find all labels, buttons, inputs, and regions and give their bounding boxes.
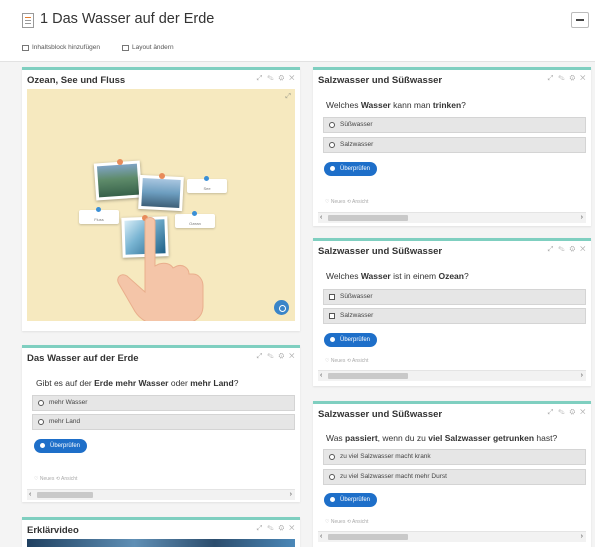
card-tools[interactable]: ⤢ ✎ ⚙ ✕	[548, 246, 587, 254]
horizontal-scrollbar[interactable]: ‹ ›	[318, 370, 586, 381]
hand-pointer-icon	[117, 217, 204, 321]
radio-button[interactable]	[38, 400, 44, 406]
header-bar: 1 Das Wasser auf der Erde Inhaltsblock h…	[0, 0, 595, 62]
scroll-left-icon[interactable]: ‹	[320, 371, 322, 381]
fullscreen-icon[interactable]: ⤢	[285, 93, 291, 101]
answer-option[interactable]: Süßwasser	[323, 117, 586, 133]
radio-button[interactable]	[329, 142, 335, 148]
page-document-icon	[22, 13, 34, 28]
answer-option[interactable]: zu viel Salzwasser macht krank	[323, 449, 586, 465]
card-tools[interactable]: ⤢ ✎ ⚙ ✕	[548, 409, 587, 417]
scroll-right-icon[interactable]: ›	[581, 532, 583, 542]
radio-button[interactable]	[329, 122, 335, 128]
river-image	[141, 178, 181, 208]
card-salt-fresh-2: Salzwasser und Süßwasser ⤢ ✎ ⚙ ✕ Welches…	[313, 238, 591, 386]
lake-image	[96, 163, 140, 198]
page-title: 1 Das Wasser auf der Erde	[40, 11, 215, 27]
option-label: mehr Wasser	[49, 399, 88, 406]
collapse-button[interactable]	[571, 12, 589, 28]
question-text: Gibt es auf der Erde mehr Wasser oder me…	[36, 378, 239, 388]
horizontal-scrollbar[interactable]: ‹ ›	[318, 531, 586, 542]
scroll-thumb[interactable]	[328, 534, 408, 540]
horizontal-scrollbar[interactable]: ‹ ›	[27, 489, 295, 500]
option-label: zu viel Salzwasser macht krank	[340, 453, 431, 460]
checkbox[interactable]	[329, 313, 335, 319]
card-title: Ozean, See und Fluss	[27, 75, 126, 86]
scroll-thumb[interactable]	[328, 373, 408, 379]
question-text: Welches Wasser kann man trinken?	[326, 100, 466, 110]
card-tools[interactable]: ⤢ ✎ ⚙ ✕	[257, 525, 296, 533]
card-meta: ♡ Neues ⟲ Ansicht	[325, 199, 369, 205]
card-title: Salzwasser und Süßwasser	[318, 409, 443, 420]
option-label: mehr Land	[49, 418, 81, 425]
check-button[interactable]: Überprüfen	[324, 493, 378, 507]
pin-icon	[117, 159, 123, 165]
add-block-button[interactable]: Inhaltsblock hinzufügen	[22, 44, 100, 51]
option-label: zu viel Salzwasser macht mehr Durst	[340, 473, 447, 480]
add-block-icon	[22, 44, 29, 51]
page: 1 Das Wasser auf der Erde Inhaltsblock h…	[0, 0, 595, 547]
scroll-thumb[interactable]	[328, 215, 408, 221]
answer-option[interactable]: zu viel Salzwasser macht mehr Durst	[323, 469, 586, 485]
card-explainer-video: Erklärvideo ⤢ ✎ ⚙ ✕	[22, 517, 300, 547]
add-block-label: Inhaltsblock hinzufügen	[32, 44, 100, 51]
scroll-right-icon[interactable]: ›	[581, 213, 583, 223]
hotspot-see[interactable]: See	[187, 176, 227, 193]
card-salt-fresh-1: Salzwasser und Süßwasser ⤢ ✎ ⚙ ✕ Welches…	[313, 67, 591, 226]
scroll-right-icon[interactable]: ›	[581, 371, 583, 381]
check-button[interactable]: Überprüfen	[324, 162, 378, 176]
card-ocean-lake-river: Ozean, See und Fluss ⤢ ✎ ⚙ ✕ ⤢ See Fluss…	[22, 67, 300, 331]
card-tools[interactable]: ⤢ ✎ ⚙ ✕	[548, 75, 587, 83]
card-water-on-earth: Das Wasser auf der Erde ⤢ ✎ ⚙ ✕ Gibt es …	[22, 345, 300, 502]
card-title: Erklärvideo	[27, 525, 79, 536]
card-title: Das Wasser auf der Erde	[27, 353, 139, 364]
check-button[interactable]: Überprüfen	[34, 439, 88, 453]
zoom-button[interactable]	[274, 300, 289, 315]
answer-option[interactable]: mehr Land	[32, 414, 295, 430]
hotspot-label: See	[203, 186, 211, 191]
scroll-left-icon[interactable]: ‹	[320, 532, 322, 542]
option-label: Salzwasser	[340, 312, 374, 319]
change-layout-button[interactable]: Layout ändern	[122, 44, 174, 51]
answer-option[interactable]: Süßwasser	[323, 289, 586, 305]
answer-option[interactable]: Salzwasser	[323, 308, 586, 324]
card-meta: ♡ Neues ⟲ Ansicht	[325, 358, 369, 364]
card-title: Salzwasser und Süßwasser	[318, 246, 443, 257]
photo-lake	[93, 160, 143, 201]
card-salt-fresh-3: Salzwasser und Süßwasser ⤢ ✎ ⚙ ✕ Was pas…	[313, 401, 591, 547]
photo-river	[138, 174, 184, 212]
check-button[interactable]: Überprüfen	[324, 333, 378, 347]
hotspot-fluss[interactable]: Fluss	[79, 207, 119, 224]
card-tools[interactable]: ⤢ ✎ ⚙ ✕	[257, 75, 296, 83]
card-meta: ♡ Neues ⟲ Ansicht	[34, 476, 78, 482]
scroll-left-icon[interactable]: ‹	[320, 213, 322, 223]
scroll-left-icon[interactable]: ‹	[29, 490, 31, 500]
radio-button[interactable]	[329, 474, 335, 480]
horizontal-scrollbar[interactable]: ‹ ›	[318, 212, 586, 223]
question-text: Was passiert, wenn du zu viel Salzwasser…	[326, 433, 558, 443]
card-title: Salzwasser und Süßwasser	[318, 75, 443, 86]
option-label: Süßwasser	[340, 293, 373, 300]
pin-icon	[159, 173, 165, 179]
hotspot-label: Fluss	[94, 217, 104, 222]
image-hotspot-stage[interactable]: ⤢ See Fluss Ozean	[27, 89, 295, 321]
radio-button[interactable]	[38, 419, 44, 425]
change-layout-label: Layout ändern	[132, 44, 174, 51]
card-tools[interactable]: ⤢ ✎ ⚙ ✕	[257, 353, 296, 361]
option-label: Salzwasser	[340, 141, 374, 148]
scroll-right-icon[interactable]: ›	[290, 490, 292, 500]
answer-option[interactable]: mehr Wasser	[32, 395, 295, 411]
card-meta: ♡ Neues ⟲ Ansicht	[325, 519, 369, 525]
question-text: Welches Wasser ist in einem Ozean?	[326, 271, 469, 281]
layout-icon	[122, 44, 129, 51]
answer-option[interactable]: Salzwasser	[323, 137, 586, 153]
radio-button[interactable]	[329, 454, 335, 460]
video-player[interactable]	[27, 539, 295, 547]
option-label: Süßwasser	[340, 121, 373, 128]
scroll-thumb[interactable]	[37, 492, 93, 498]
checkbox[interactable]	[329, 294, 335, 300]
